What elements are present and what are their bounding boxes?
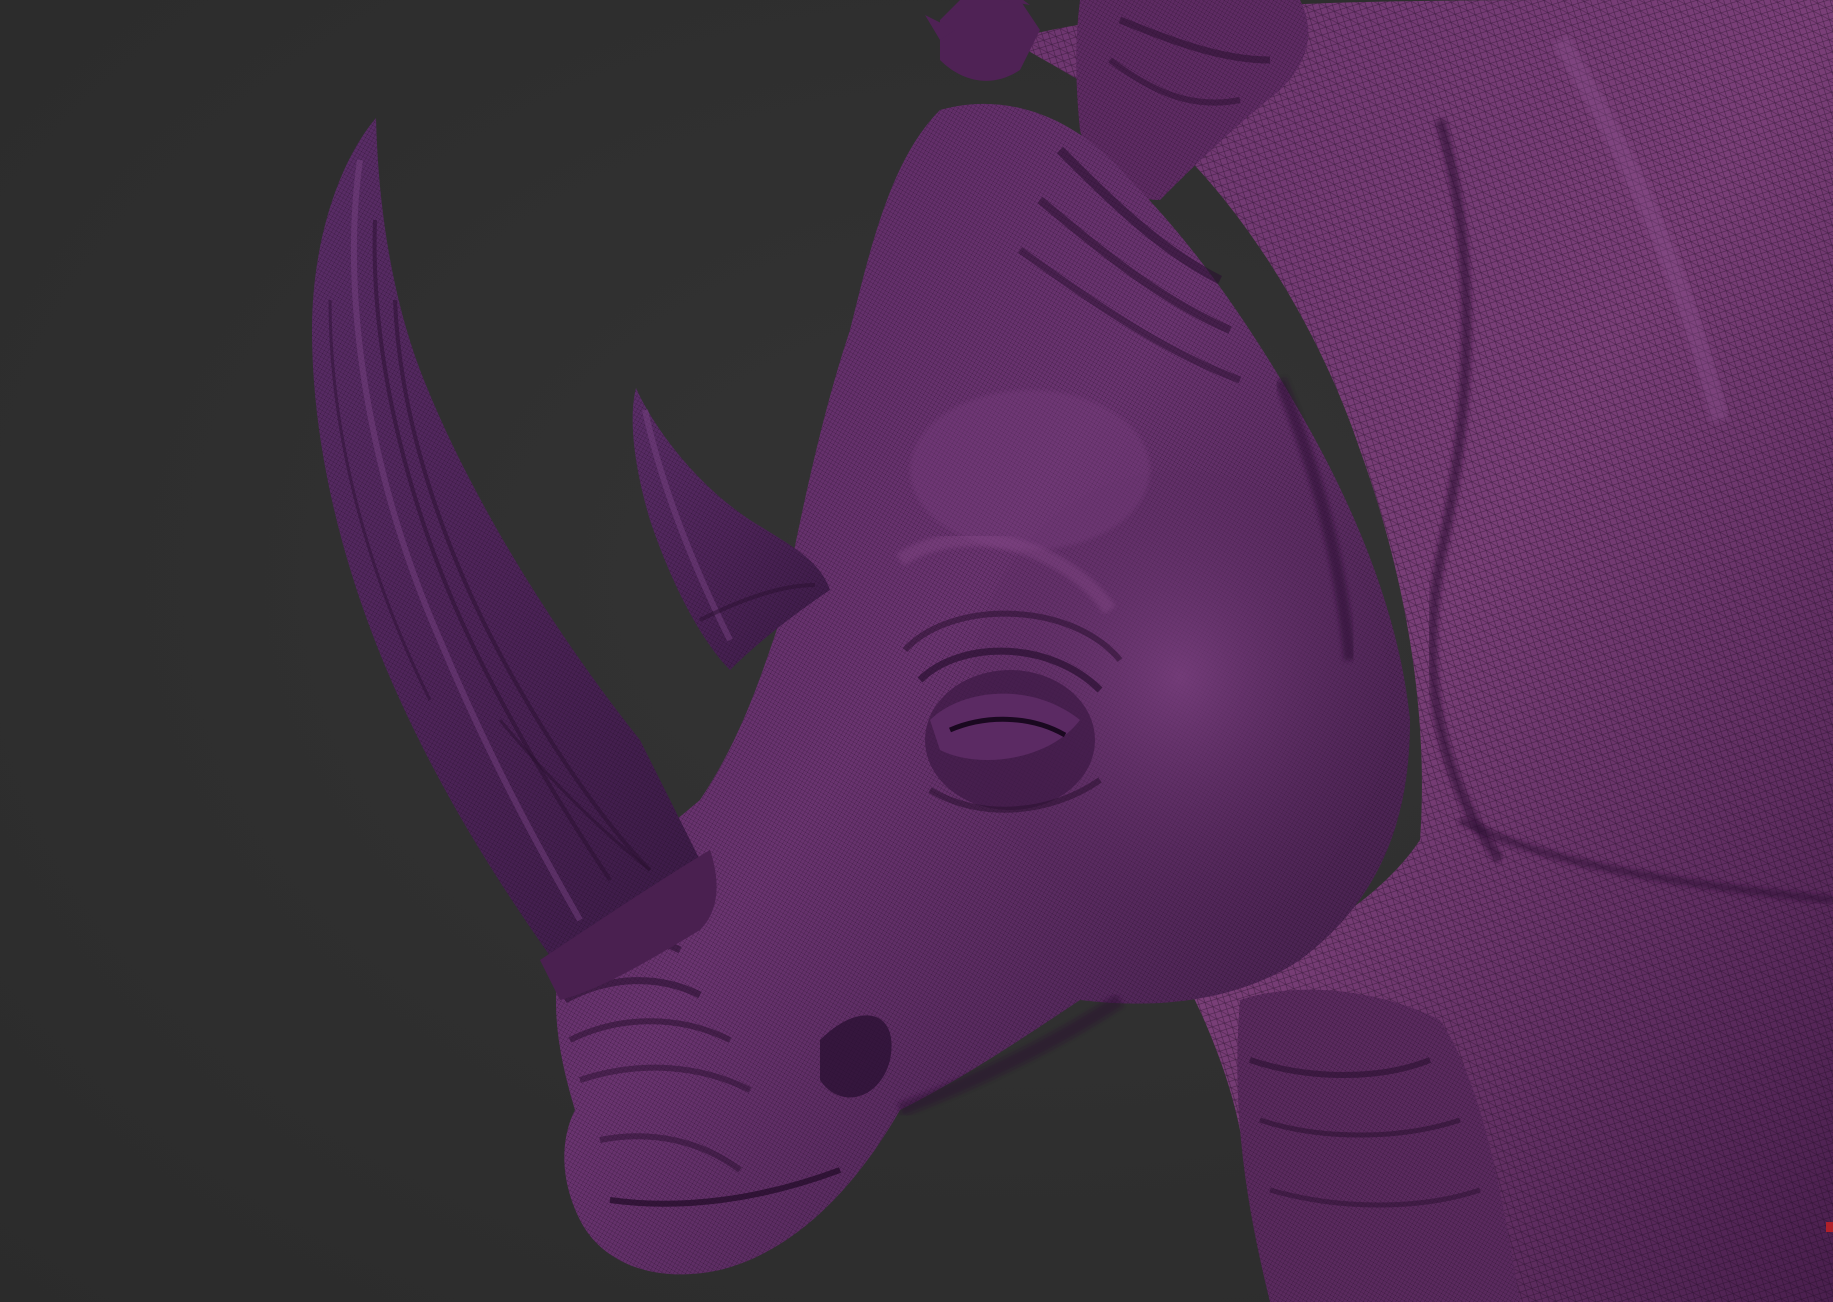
edge-marker [1826, 1222, 1833, 1232]
rhino-sculpt-render [312, 0, 1833, 1302]
front-horn [312, 118, 717, 1000]
3d-viewport[interactable] [0, 0, 1833, 1302]
